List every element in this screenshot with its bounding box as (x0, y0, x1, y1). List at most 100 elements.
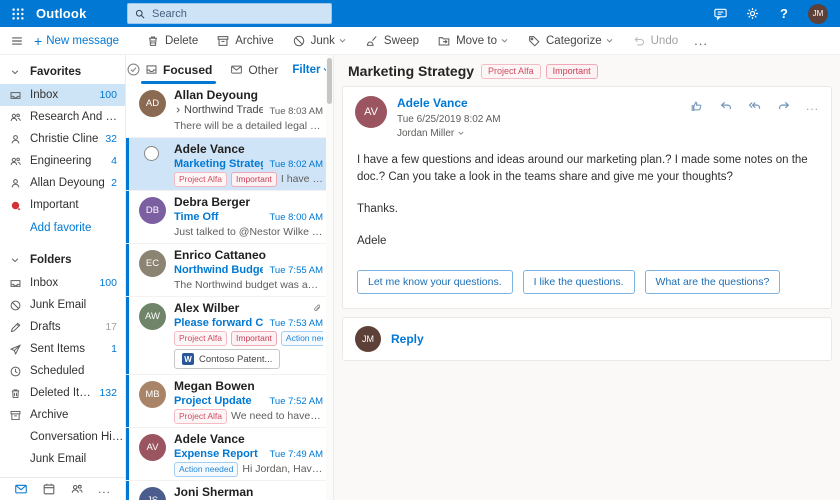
sidebar-item-archive[interactable]: Archive (0, 404, 125, 426)
sidebar-item-research-and-deve[interactable]: Research And Deve... (0, 106, 125, 128)
sweep-button[interactable]: Sweep (357, 27, 427, 55)
junk-button[interactable]: Junk (284, 27, 355, 55)
favorites-header[interactable]: Favorites (0, 60, 125, 84)
sidebar-item-christie-cline[interactable]: Christie Cline32 (0, 128, 125, 150)
reply-all-icon[interactable] (748, 99, 762, 113)
sidebar-item-junk-email[interactable]: Junk Email (0, 448, 125, 470)
sidebar-item-junk-email[interactable]: Junk Email (0, 294, 125, 316)
hamburger-menu-icon[interactable] (0, 34, 34, 48)
tag-project-alfa[interactable]: Project Alfa (174, 172, 227, 187)
more-modules-icon[interactable]: ... (98, 482, 111, 496)
scrollbar-thumb[interactable] (327, 58, 332, 104)
pencil-icon (0, 321, 30, 334)
mail-module-icon[interactable] (14, 482, 28, 496)
tag-important[interactable]: Important (231, 331, 277, 346)
expand-chevron-icon[interactable] (174, 106, 182, 114)
plus-icon: + (34, 34, 42, 48)
topbar-actions: ? JM (712, 4, 840, 24)
chevron-down-icon (457, 129, 465, 137)
tab-focused[interactable]: Focused (141, 55, 216, 84)
search-bar[interactable] (127, 3, 332, 24)
people-module-icon[interactable] (70, 482, 84, 496)
tag-action-needed[interactable]: Action needed (174, 462, 238, 477)
search-input[interactable] (152, 8, 302, 20)
message-time: Tue 7:49 AM (269, 448, 323, 462)
tag-important[interactable]: Important (546, 64, 598, 79)
settings-gear-icon[interactable] (744, 6, 760, 22)
sidebar-item-engineering[interactable]: Engineering4 (0, 150, 125, 172)
reply-card[interactable]: JM Reply (342, 317, 832, 361)
inbox-icon (0, 89, 30, 102)
message-sender: Enrico Cattaneo (174, 248, 323, 263)
message-row-please-forward-contoso-pat[interactable]: AWAlex WilberPlease forward Contoso pat.… (126, 297, 333, 375)
sidebar-item-label: Conversation History (30, 431, 125, 443)
inbox-icon (0, 277, 30, 290)
suggested-reply-let-me-know-your-questions[interactable]: Let me know your questions. (357, 270, 513, 294)
message-row-marketing-strategy[interactable]: Adele VanceMarketing StrategyTue 8:02 AM… (126, 138, 333, 191)
calendar-module-icon[interactable] (42, 482, 56, 496)
block-icon (292, 34, 306, 48)
message-row-project-update[interactable]: MBMegan BowenProject UpdateTue 7:52 AMPr… (126, 375, 333, 428)
message-row-expense-report[interactable]: AVAdele VanceExpense ReportTue 7:49 AMAc… (126, 428, 333, 481)
message-sender: Debra Berger (174, 195, 323, 210)
message-row-northwind-traders-proposal[interactable]: ADAllan DeyoungNorthwind Traders Proposa… (126, 84, 333, 138)
folders-header[interactable]: Folders (0, 248, 125, 272)
undo-button[interactable]: Undo (624, 27, 687, 55)
new-message-button[interactable]: +New message (34, 34, 119, 48)
categorize-label: Categorize (546, 35, 602, 47)
sidebar-item-drafts[interactable]: Drafts17 (0, 316, 125, 338)
sidebar-item-inbox[interactable]: Inbox100 (0, 84, 125, 106)
message-row-northwind-budget[interactable]: ECEnrico CattaneoNorthwind BudgetTue 7:5… (126, 244, 333, 297)
add-favorite-button[interactable]: Add favorite (0, 216, 125, 240)
message-time: Tue 7:52 AM (269, 395, 323, 409)
help-icon[interactable]: ? (776, 6, 792, 22)
forward-icon[interactable] (777, 99, 791, 113)
reply-button[interactable]: Reply (391, 332, 424, 346)
message-preview: The Northwind budget was approved at tod… (174, 278, 323, 293)
sidebar-item-conversation-history[interactable]: Conversation History (0, 426, 125, 448)
sender-avatar[interactable]: AV (355, 96, 387, 128)
body-paragraph: Adele (357, 233, 819, 250)
chat-icon[interactable] (712, 6, 728, 22)
email-recipient[interactable]: Jordan Miller (397, 127, 501, 140)
sidebar-item-deleted-items[interactable]: Deleted Items132 (0, 382, 125, 404)
sender-name[interactable]: Adele Vance (397, 96, 501, 112)
sidebar-item-sent-items[interactable]: Sent Items1 (0, 338, 125, 360)
message-row-statistics[interactable]: JSJoni ShermanStatisticsTue 7:47 AMDo yo… (126, 481, 333, 500)
message-row-time-off[interactable]: DBDebra BergerTime OffTue 8:00 AMJust ta… (126, 191, 333, 244)
suggested-reply-what-are-the-questions[interactable]: What are the questions? (645, 270, 781, 294)
move-to-button[interactable]: Move to (429, 27, 517, 55)
tag-project-alfa[interactable]: Project Alfa (174, 331, 227, 346)
email-body: I have a few questions and ideas around … (357, 152, 819, 251)
message-subject: Expense Report (174, 447, 263, 461)
sidebar-item-important[interactable]: Important (0, 194, 125, 216)
user-avatar[interactable]: JM (808, 4, 828, 24)
tag-important[interactable]: Important (231, 172, 277, 187)
archive-icon (0, 409, 30, 422)
categorize-button[interactable]: Categorize (519, 27, 622, 55)
tab-other[interactable]: Other (226, 55, 282, 84)
message-sender: Megan Bowen (174, 379, 323, 394)
archive-button[interactable]: Archive (208, 27, 281, 55)
select-all-icon[interactable] (126, 62, 141, 77)
sidebar-item-scheduled[interactable]: Scheduled (0, 360, 125, 382)
unread-count: 2 (107, 177, 125, 189)
sidebar-item-inbox[interactable]: Inbox100 (0, 272, 125, 294)
more-actions-icon[interactable]: ... (806, 99, 819, 113)
sidebar-item-allan-deyoung[interactable]: Allan Deyoung2 (0, 172, 125, 194)
suggested-reply-i-like-the-questions[interactable]: I like the questions. (523, 270, 635, 294)
like-icon[interactable] (690, 99, 704, 113)
delete-button[interactable]: Delete (138, 27, 206, 55)
app-title: Outlook (36, 6, 87, 21)
app-launcher-icon[interactable] (0, 0, 36, 27)
select-radio[interactable] (144, 146, 159, 161)
toolbar-overflow-button[interactable]: ... (686, 27, 716, 54)
tag-project-alfa[interactable]: Project Alfa (481, 64, 541, 79)
unread-count: 100 (95, 89, 125, 101)
delete-label: Delete (165, 35, 198, 47)
reply-icon[interactable] (719, 99, 733, 113)
tag-project-alfa[interactable]: Project Alfa (174, 409, 227, 424)
attachment-chip[interactable]: WContoso Patent... (174, 349, 280, 369)
tag-action-needed[interactable]: Action needed (281, 331, 323, 346)
filter-button[interactable]: Filter (292, 64, 341, 76)
